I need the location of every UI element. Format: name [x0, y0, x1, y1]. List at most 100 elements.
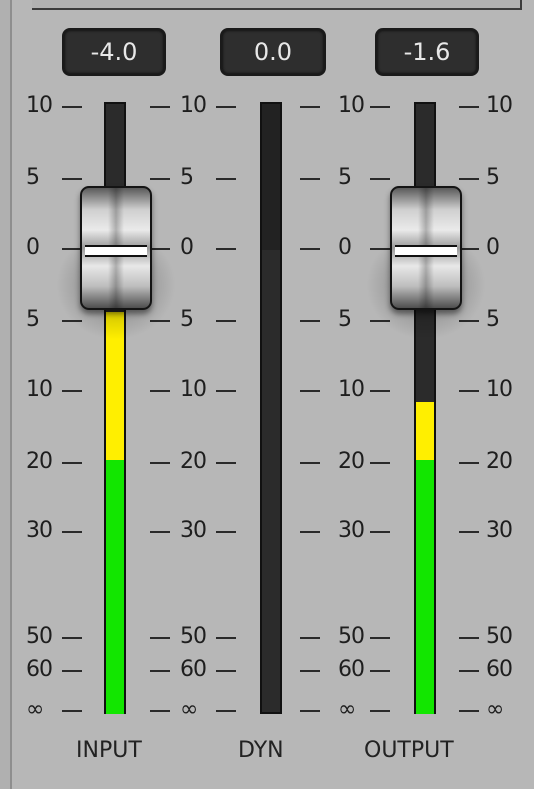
output-meter-yellow: [416, 402, 434, 462]
scale-tick-extra-2-4: [216, 320, 236, 322]
panel-top-edge: [32, 0, 522, 10]
dyn-meter-track: [260, 102, 282, 714]
scale-label-2-10: ∞: [180, 697, 198, 722]
output-readout-value: -1.6: [403, 38, 451, 66]
scale-label-2-4: 5: [180, 307, 194, 332]
scale-label-2-5: 10: [180, 377, 207, 402]
scale-tick-3-5: [300, 390, 320, 392]
scale-tick-4-2: [459, 178, 479, 180]
scale-tick-3-4: [300, 320, 320, 322]
scale-tick-extra-3-7: [370, 531, 390, 533]
scale-tick-2-9: [150, 670, 170, 672]
scale-tick-extra-2-1: [216, 106, 236, 108]
output-fader-indicator: [395, 245, 457, 257]
scale-label-1-10: ∞: [26, 697, 44, 722]
scale-label-3-2: 5: [338, 165, 352, 190]
scale-tick-2-6: [150, 462, 170, 464]
output-fader-knob[interactable]: [390, 186, 462, 310]
scale-tick-2-2: [150, 178, 170, 180]
scale-tick-3-9: [300, 670, 320, 672]
panel-left-edge: [0, 0, 12, 789]
scale-tick-4-10: [459, 710, 479, 712]
scale-label-1-1: 10: [26, 93, 53, 118]
scale-tick-extra-3-6: [370, 462, 390, 464]
scale-label-4-1: 10: [486, 93, 513, 118]
scale-label-4-9: 60: [486, 657, 513, 682]
input-readout-value: -4.0: [90, 38, 138, 66]
output-meter-green: [416, 460, 434, 714]
scale-label-4-7: 30: [486, 518, 513, 543]
scale-tick-extra-3-8: [370, 637, 390, 639]
scale-label-3-9: 60: [338, 657, 365, 682]
dyn-level-readout[interactable]: 0.0: [220, 28, 326, 76]
scale-tick-extra-3-10: [370, 710, 390, 712]
input-meter-green: [106, 460, 124, 714]
scale-tick-extra-2-7: [216, 531, 236, 533]
scale-label-1-6: 20: [26, 449, 53, 474]
scale-tick-4-6: [459, 462, 479, 464]
input-level-readout[interactable]: -4.0: [62, 28, 166, 76]
scale-label-1-2: 5: [26, 165, 40, 190]
scale-tick-2-5: [150, 390, 170, 392]
scale-tick-1-5: [62, 390, 82, 392]
scale-label-4-2: 5: [486, 165, 500, 190]
scale-label-3-8: 50: [338, 624, 365, 649]
scale-label-4-10: ∞: [486, 697, 504, 722]
scale-tick-extra-2-6: [216, 462, 236, 464]
scale-label-3-1: 10: [338, 93, 365, 118]
scale-label-3-3: 0: [338, 235, 352, 260]
scale-label-4-8: 50: [486, 624, 513, 649]
scale-label-1-8: 50: [26, 624, 53, 649]
scale-label-3-5: 10: [338, 377, 365, 402]
scale-tick-2-7: [150, 531, 170, 533]
input-fader-knob[interactable]: [80, 186, 152, 310]
scale-label-2-6: 20: [180, 449, 207, 474]
scale-label-3-10: ∞: [338, 697, 356, 722]
scale-tick-extra-2-10: [216, 710, 236, 712]
scale-tick-3-6: [300, 462, 320, 464]
input-channel-label: INPUT: [76, 738, 142, 763]
dyn-readout-value: 0.0: [253, 38, 293, 66]
scale-tick-extra-3-5: [370, 390, 390, 392]
scale-label-3-4: 5: [338, 307, 352, 332]
scale-tick-extra-3-1: [370, 106, 390, 108]
scale-label-2-3: 0: [180, 235, 194, 260]
scale-tick-1-9: [62, 670, 82, 672]
scale-label-2-7: 30: [180, 518, 207, 543]
scale-tick-extra-2-9: [216, 670, 236, 672]
scale-tick-extra-3-2: [370, 178, 390, 180]
scale-label-3-7: 30: [338, 518, 365, 543]
scale-tick-4-9: [459, 670, 479, 672]
scale-label-4-6: 20: [486, 449, 513, 474]
scale-tick-3-7: [300, 531, 320, 533]
scale-label-4-5: 10: [486, 377, 513, 402]
dyn-meter-upper: [262, 104, 280, 250]
scale-tick-3-3: [300, 248, 320, 250]
scale-tick-3-8: [300, 637, 320, 639]
scale-label-1-9: 60: [26, 657, 53, 682]
scale-tick-4-1: [459, 106, 479, 108]
scale-tick-4-8: [459, 637, 479, 639]
scale-tick-3-10: [300, 710, 320, 712]
output-channel-label: OUTPUT: [364, 738, 454, 763]
scale-tick-3-2: [300, 178, 320, 180]
scale-label-2-9: 60: [180, 657, 207, 682]
scale-label-1-5: 10: [26, 377, 53, 402]
scale-tick-1-8: [62, 637, 82, 639]
output-level-readout[interactable]: -1.6: [375, 28, 479, 76]
scale-tick-extra-2-3: [216, 248, 236, 250]
dyn-channel-label: DYN: [238, 738, 284, 763]
scale-label-1-4: 5: [26, 307, 40, 332]
scale-label-1-7: 30: [26, 518, 53, 543]
scale-tick-2-10: [150, 710, 170, 712]
scale-tick-1-6: [62, 462, 82, 464]
scale-label-2-2: 5: [180, 165, 194, 190]
scale-tick-1-10: [62, 710, 82, 712]
scale-label-1-3: 0: [26, 235, 40, 260]
scale-tick-extra-2-2: [216, 178, 236, 180]
scale-tick-extra-2-8: [216, 637, 236, 639]
scale-tick-1-2: [62, 178, 82, 180]
scale-tick-1-7: [62, 531, 82, 533]
scale-tick-4-7: [459, 531, 479, 533]
scale-tick-extra-3-9: [370, 670, 390, 672]
